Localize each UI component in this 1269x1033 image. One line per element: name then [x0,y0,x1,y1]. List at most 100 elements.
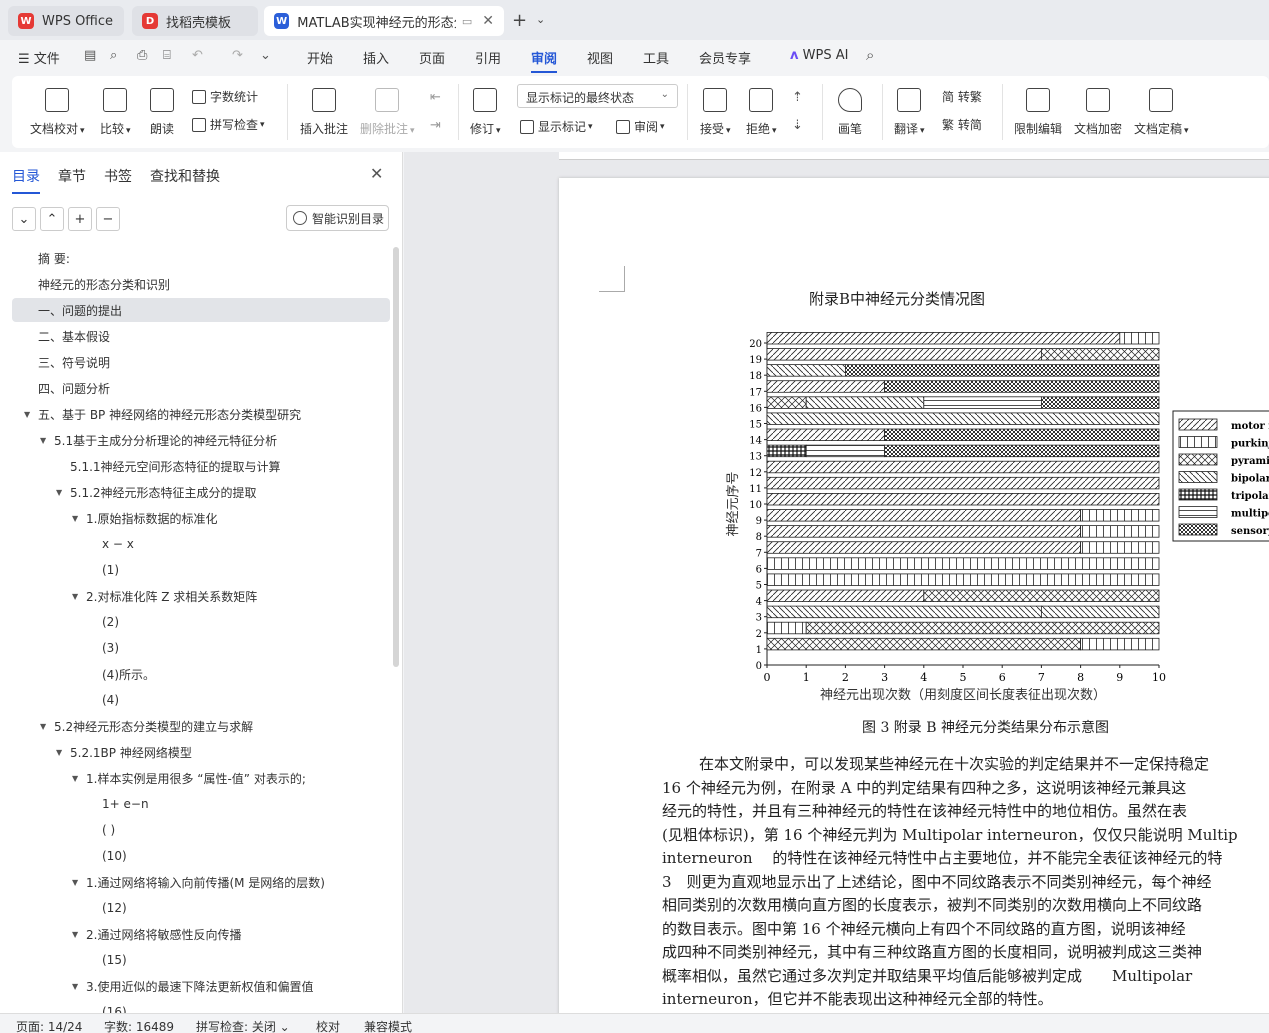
toc-item[interactable]: x − x [12,532,390,556]
collapse-button[interactable]: ⌄ [12,207,36,231]
word-count-button[interactable]: 字数统计 [192,88,258,105]
doc-finalize-button[interactable]: 文档定稿 ▾ [1134,88,1189,137]
toc-item[interactable]: ▼ 5.1基于主成分分析理论的神经元特征分析 [12,428,390,452]
tab-current-document[interactable]: W MATLAB实现神经元的形态分 ▭ ✕ [264,6,504,36]
close-icon[interactable]: ✕ [370,164,383,183]
tab-chapters[interactable]: 章节 [58,166,86,186]
next-comment-icon[interactable]: ⇥ [430,118,441,133]
document-page[interactable]: 附录B中神经元分类情况图 0 1 2 3 4 5 6 7 8 9 10 0 1 2 3 4 5 6 7 8 9 10 11 1… [559,178,1269,1013]
remove-heading-button[interactable]: − [96,207,120,231]
toc-item[interactable]: ▼ 1.样本实例是用很多 “属性-值” 对表示的; [12,766,390,790]
print-preview-icon[interactable]: ⌸ [163,48,171,63]
spell-check-status[interactable]: 拼写检查: 关闭 ⌄ [196,1018,290,1033]
menu-member[interactable]: 会员专享 [699,48,751,67]
expand-triangle-icon[interactable]: ▼ [72,930,84,939]
tab-find-replace[interactable]: 查找和替换 [150,166,220,186]
tab-docer-templates[interactable]: D 找稻壳模板 [132,6,258,36]
menu-references[interactable]: 引用 [475,48,501,67]
scrollbar[interactable] [393,247,399,667]
toc-item[interactable]: (10) [12,844,390,868]
chevron-down-icon[interactable]: ⌄ [260,48,271,63]
translate-button[interactable]: 翻译 ▾ [894,88,925,137]
document-canvas[interactable]: 附录B中神经元分类情况图 0 1 2 3 4 5 6 7 8 9 10 0 1 2 3 4 5 6 7 8 9 10 11 1… [404,152,1269,1013]
toc-item[interactable]: (1) [12,558,390,582]
expand-triangle-icon[interactable]: ▼ [72,774,84,783]
toc-item[interactable]: (4) [12,688,390,712]
proof-status[interactable]: 校对 [316,1018,340,1033]
expand-button[interactable]: ⌃ [40,207,64,231]
delete-comment-button[interactable]: 删除批注 ▾ [360,88,415,137]
expand-triangle-icon[interactable]: ▼ [56,748,68,757]
insert-comment-button[interactable]: 插入批注 [300,88,348,137]
toc-item[interactable]: (12) [12,896,390,920]
toc-item[interactable]: (4)所示。 [12,662,390,686]
spell-check-button[interactable]: 拼写检查 ▾ [192,116,265,133]
next-revision-icon[interactable]: ⇣ [792,118,803,133]
close-tab-icon[interactable]: ✕ [482,13,494,29]
search-icon[interactable]: ⌕ [866,46,874,64]
toc-item[interactable]: ( ) [12,818,390,842]
toc-item[interactable]: ▼ 5.1.2神经元形态特征主成分的提取 [12,480,390,504]
toc-item[interactable]: ▼ 1.原始指标数据的标准化 [12,506,390,530]
toc-item[interactable]: 一、问题的提出 [12,298,390,322]
undo-icon[interactable]: ↶ [192,48,203,63]
review-pane-button[interactable]: 审阅 ▾ [616,118,665,135]
doc-encrypt-button[interactable]: 文档加密 [1074,88,1122,137]
toc-item[interactable]: (3) [12,636,390,660]
chevron-down-icon[interactable]: ⌄ [536,13,545,26]
save-icon[interactable]: ▤ [84,48,96,63]
toc-item[interactable]: 1+ e−n [12,792,390,816]
tab-bookmarks[interactable]: 书签 [104,166,132,186]
menu-page[interactable]: 页面 [419,48,445,67]
accept-button[interactable]: 接受 ▾ [700,88,731,137]
menu-wps-ai[interactable]: ʌ WPS AI [790,48,848,63]
show-markup-button[interactable]: 显示标记 ▾ [520,118,593,135]
read-aloud-button[interactable]: 朗读 [150,88,174,137]
toc-item[interactable]: 三、符号说明 [12,350,390,374]
markup-state-select[interactable]: 显示标记的最终状态 ⌄ [517,84,678,108]
page-indicator[interactable]: 页面: 14/24 [16,1018,82,1033]
tab-wps-office[interactable]: W WPS Office [8,6,124,36]
toc-item[interactable]: ▼ 1.通过网络将输入向前传播(M 是网络的层数) [12,870,390,894]
toc-item[interactable]: ▼ 3.使用近似的最速下降法更新权值和偏置值 [12,974,390,998]
print-icon[interactable]: ⎙ [137,48,147,63]
reject-button[interactable]: 拒绝 ▾ [746,88,777,137]
toc-item[interactable]: (2) [12,610,390,634]
expand-triangle-icon[interactable]: ▼ [24,410,36,419]
expand-triangle-icon[interactable]: ▼ [40,722,52,731]
toc-item[interactable]: 摘 要: [12,246,390,270]
restrict-edit-button[interactable]: 限制编辑 [1014,88,1062,137]
compare-button[interactable]: 比较 ▾ [100,88,131,137]
expand-triangle-icon[interactable]: ▼ [72,982,84,991]
toc-item[interactable]: 5.1.1神经元空间形态特征的提取与计算 [12,454,390,478]
word-count-status[interactable]: 字数: 16489 [104,1018,174,1033]
expand-triangle-icon[interactable]: ▼ [40,436,52,445]
redo-icon[interactable]: ↷ [232,48,243,63]
expand-triangle-icon[interactable]: ▼ [72,592,84,601]
to-traditional-button[interactable]: 简 转繁 [942,88,982,105]
revise-button[interactable]: 修订 ▾ [470,88,501,137]
expand-triangle-icon[interactable]: ▼ [72,878,84,887]
toc-item[interactable]: ▼ 2.通过网络将敏感性反向传播 [12,922,390,946]
to-simplified-button[interactable]: 繁 转简 [942,116,982,133]
new-tab-icon[interactable]: + [512,10,527,31]
toc-item[interactable]: 二、基本假设 [12,324,390,348]
menu-tools[interactable]: 工具 [643,48,669,67]
toc-item[interactable]: ▼ 5.2神经元形态分类模型的建立与求解 [12,714,390,738]
toc-item[interactable]: (15) [12,948,390,972]
menu-insert[interactable]: 插入 [363,48,389,67]
doc-check-button[interactable]: 文档校对 ▾ [30,88,85,137]
toc-item[interactable]: 神经元的形态分类和识别 [12,272,390,296]
toc-item[interactable]: ▼ 5.2.1BP 神经网络模型 [12,740,390,764]
menu-file[interactable]: ☰ 文件 [18,48,60,67]
toc-item[interactable]: ▼ 2.对标准化阵 Z 求相关系数矩阵 [12,584,390,608]
pen-button[interactable]: 画笔 [838,88,862,137]
expand-triangle-icon[interactable]: ▼ [56,488,68,497]
add-heading-button[interactable]: + [68,207,92,231]
toc-item[interactable]: ▼ 五、基于 BP 神经网络的神经元形态分类模型研究 [12,402,390,426]
toc-item[interactable]: 四、问题分析 [12,376,390,400]
tab-toc[interactable]: 目录 [12,166,40,194]
menu-view[interactable]: 视图 [587,48,613,67]
link-icon[interactable]: ⌕ [110,48,117,63]
menu-review[interactable]: 审阅 [531,48,558,73]
